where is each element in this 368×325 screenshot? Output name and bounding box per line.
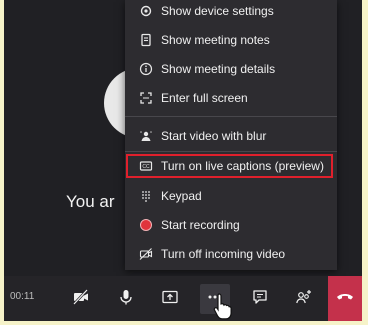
menu-item-label: Show meeting notes — [161, 33, 270, 47]
notes-icon — [139, 33, 153, 47]
hang-up-button[interactable] — [328, 276, 362, 321]
menu-item-meeting-notes[interactable]: Show meeting notes — [125, 26, 337, 54]
info-icon — [139, 62, 153, 76]
call-timer: 00:11 — [10, 291, 35, 302]
blur-icon — [139, 129, 153, 143]
microphone-icon — [117, 288, 135, 311]
menu-item-keypad[interactable]: Keypad — [125, 182, 337, 210]
share-screen-icon — [161, 288, 179, 311]
stage-caption: You ar — [66, 192, 115, 211]
menu-item-live-captions[interactable]: CC Turn on live captions (preview) — [125, 152, 337, 180]
chat-icon — [251, 288, 269, 311]
call-toolbar: 00:11 — [4, 276, 362, 321]
menu-divider — [125, 116, 337, 117]
video-off-icon — [72, 288, 90, 311]
participants-icon — [295, 288, 313, 311]
more-options-icon — [206, 288, 224, 311]
menu-item-label: Turn on live captions (preview) — [161, 159, 324, 173]
menu-item-video-blur[interactable]: Start video with blur — [125, 122, 337, 150]
more-options-menu: Show device settings Show meeting notes … — [125, 0, 337, 270]
menu-item-label: Start video with blur — [161, 129, 267, 143]
meeting-window: You ar Show device settings Show meeting… — [4, 0, 362, 321]
menu-item-device-settings[interactable]: Show device settings — [125, 0, 337, 25]
video-off-icon — [139, 247, 153, 261]
menu-item-meeting-details[interactable]: Show meeting details — [125, 55, 337, 83]
menu-item-label: Show device settings — [161, 4, 274, 18]
menu-item-label: Keypad — [161, 189, 202, 203]
record-icon — [139, 218, 153, 232]
keypad-icon — [139, 189, 153, 203]
chat-button[interactable] — [245, 284, 275, 314]
menu-item-label: Start recording — [161, 218, 240, 232]
menu-item-label: Enter full screen — [161, 91, 248, 105]
more-options-button[interactable] — [200, 284, 230, 314]
share-screen-button[interactable] — [155, 284, 185, 314]
fullscreen-icon — [139, 91, 153, 105]
menu-item-label: Show meeting details — [161, 62, 276, 76]
menu-item-incoming-video[interactable]: Turn off incoming video — [125, 240, 337, 268]
menu-item-label: Turn off incoming video — [161, 247, 286, 261]
menu-item-full-screen[interactable]: Enter full screen — [125, 84, 337, 112]
gear-icon — [139, 4, 153, 18]
microphone-button[interactable] — [111, 284, 141, 314]
camera-toggle-button[interactable] — [66, 284, 96, 314]
menu-item-start-recording[interactable]: Start recording — [125, 211, 337, 239]
participants-button[interactable] — [289, 284, 319, 314]
hang-up-icon — [335, 286, 355, 311]
captions-icon: CC — [139, 159, 153, 173]
svg-text:CC: CC — [142, 164, 150, 170]
